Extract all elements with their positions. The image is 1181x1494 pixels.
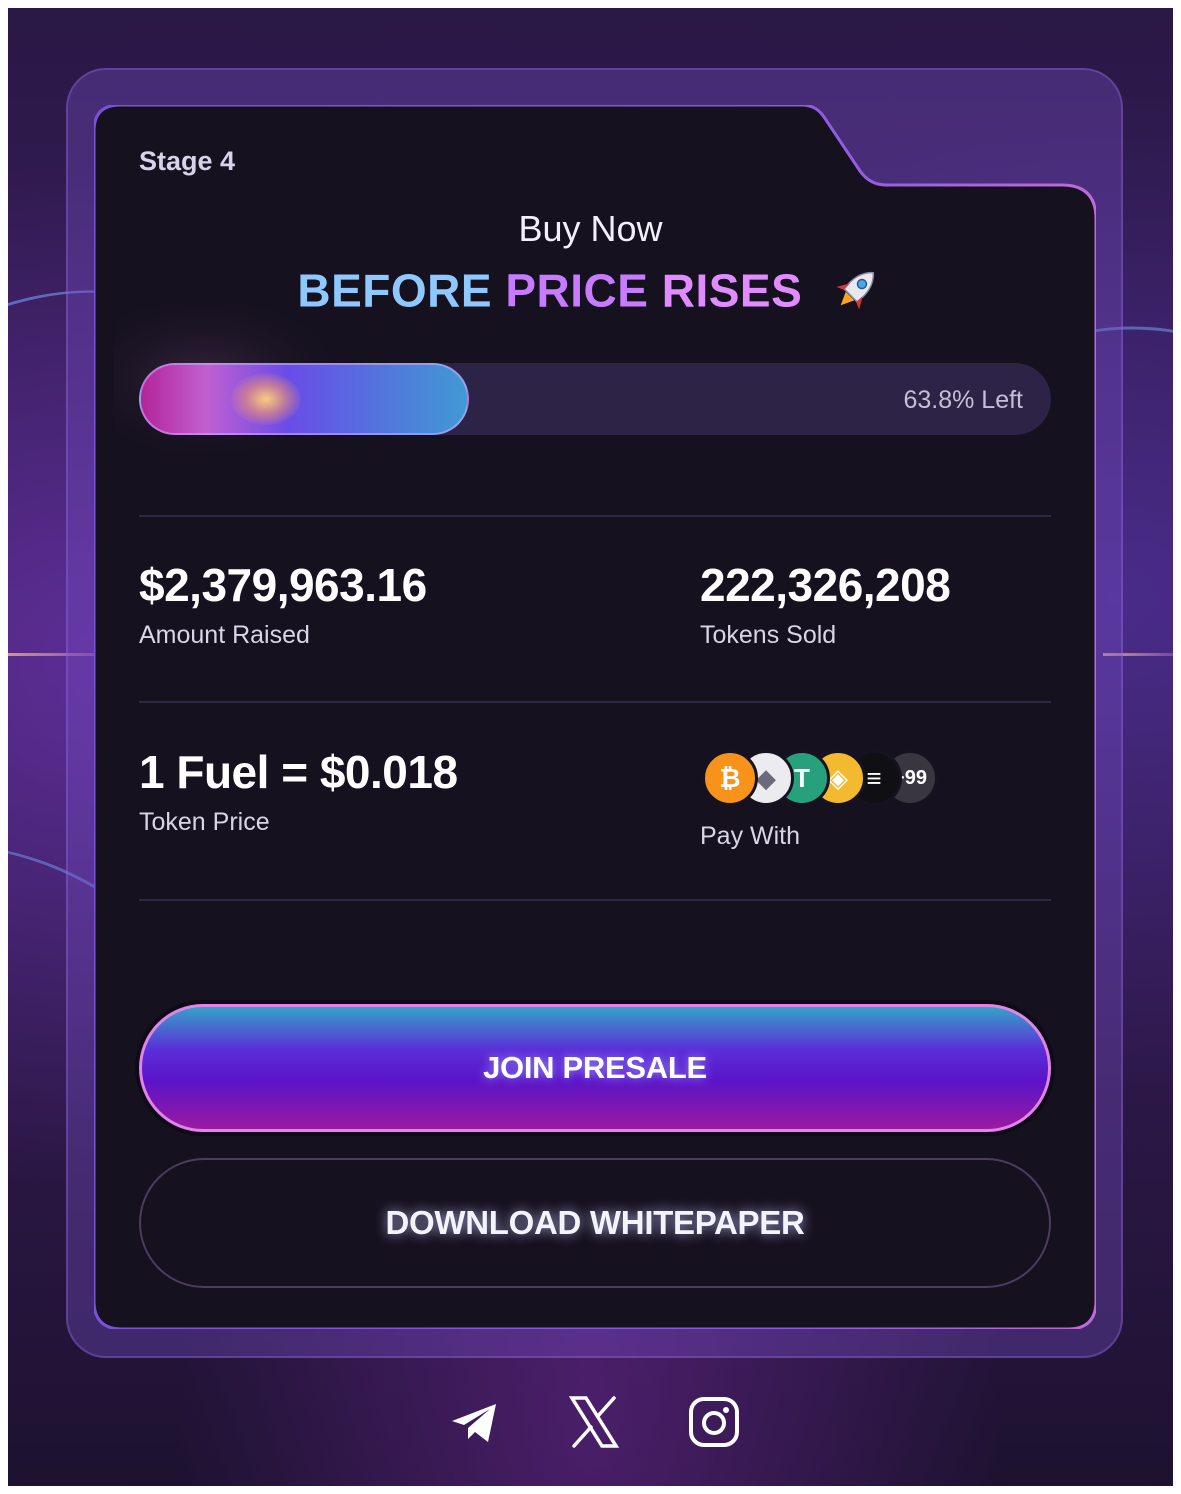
join-presale-button[interactable]: JOIN PRESALE (139, 1004, 1051, 1132)
x-icon[interactable] (566, 1394, 622, 1450)
headline-before: BEFORE (297, 264, 493, 317)
headline-price: PRICE (505, 264, 649, 317)
token-price-label: Token Price (139, 808, 270, 836)
divider (139, 701, 1051, 703)
presale-progress-bar: 63.8% Left (139, 363, 1051, 435)
amount-raised-value: $2,379,963.16 (139, 559, 427, 611)
telegram-icon[interactable] (446, 1394, 502, 1450)
download-whitepaper-button[interactable]: DOWNLOAD WHITEPAPER (139, 1158, 1051, 1288)
amount-raised-label: Amount Raised (139, 621, 310, 649)
headline: BEFORE PRICE RISES (8, 262, 1173, 327)
instagram-icon[interactable] (686, 1394, 742, 1450)
progress-fill (139, 363, 470, 435)
background: Stage 4 Buy Now BEFORE PRICE RISES 63.8%… (8, 8, 1173, 1486)
tokens-sold-value: 222,326,208 (700, 559, 951, 611)
bitcoin-icon: ₿ (702, 750, 758, 806)
stage-label: Stage 4 (139, 146, 236, 176)
payment-coins: ₿ ◆ T ◈ ≡ +99 (702, 750, 1002, 806)
divider (139, 515, 1051, 517)
tokens-sold-label: Tokens Sold (700, 621, 837, 649)
pay-with-label: Pay With (700, 822, 801, 850)
buy-now-title: Buy Now (518, 208, 663, 249)
progress-remaining-label: 63.8% Left (903, 386, 1023, 414)
token-price-value: 1 Fuel = $0.018 (139, 746, 458, 798)
divider (139, 899, 1051, 901)
progress-glow (231, 373, 301, 425)
rocket-icon (830, 262, 884, 327)
headline-rises: RISES (661, 264, 803, 317)
